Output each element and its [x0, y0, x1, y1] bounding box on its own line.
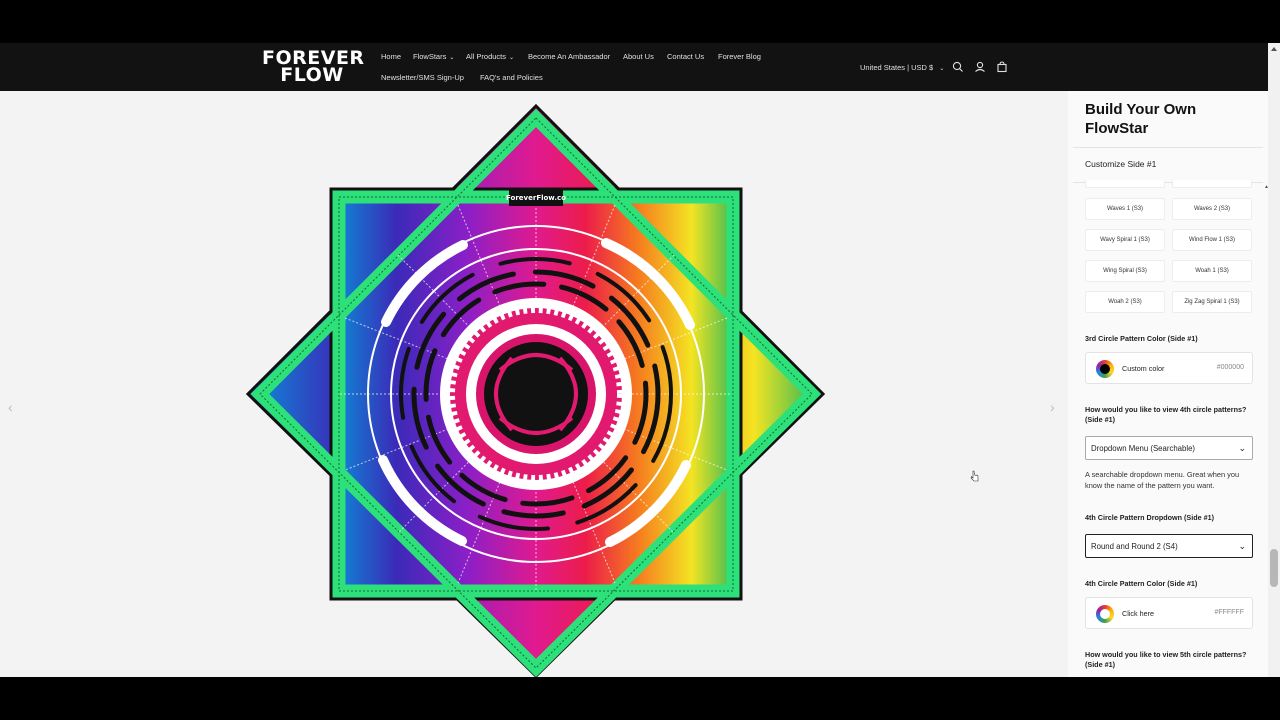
divider	[1073, 147, 1263, 148]
mouse-cursor	[970, 469, 980, 482]
product-customizer-panel: Build Your Own FlowStar Customize Side #…	[1068, 91, 1268, 677]
chevron-down-icon: ⌄	[939, 66, 945, 72]
view5-label: How would you like to view 5th circle pa…	[1085, 650, 1247, 669]
locale-selector[interactable]: United States | USD $ ⌄	[860, 63, 944, 72]
video-letterbox-top	[0, 0, 1280, 43]
color-wheel-icon	[1096, 605, 1114, 623]
color4-name: Click here	[1122, 609, 1154, 618]
dropdown4-value: Round and Round 2 (S4)	[1091, 542, 1178, 551]
dropdown4-label: 4th Circle Pattern Dropdown (Side #1)	[1085, 513, 1214, 522]
view4-value: Dropdown Menu (Searchable)	[1091, 444, 1196, 453]
nav-ambassador[interactable]: Become An Ambassador	[528, 52, 610, 61]
color-swatch	[1100, 609, 1110, 619]
view4-select[interactable]: Dropdown Menu (Searchable) ⌄	[1085, 436, 1253, 460]
color-wheel-icon	[1096, 360, 1114, 378]
nav-home[interactable]: Home	[381, 52, 401, 61]
scrollbar-thumb[interactable]	[1270, 549, 1278, 587]
chevron-right-icon[interactable]: ›	[1050, 399, 1055, 415]
pattern-option[interactable]: Woah 1 (S3)	[1172, 260, 1252, 282]
chevron-down-icon: ⌄	[1238, 541, 1246, 551]
account-icon[interactable]	[973, 60, 987, 74]
nav-contact[interactable]: Contact Us	[667, 52, 704, 61]
scroll-up-icon[interactable]	[1270, 46, 1278, 52]
chevron-down-icon: ⌄	[1238, 443, 1246, 453]
pattern-option-partial[interactable]	[1172, 180, 1252, 188]
color3-label: 3rd Circle Pattern Color (Side #1)	[1085, 334, 1198, 343]
dropdown4-select[interactable]: Round and Round 2 (S4) ⌄	[1085, 534, 1253, 558]
site-header	[0, 43, 1280, 91]
chevron-down-icon: ⌄	[509, 55, 515, 61]
nav-faq[interactable]: FAQ's and Policies	[480, 73, 543, 82]
pattern-option[interactable]: Woah 2 (S3)	[1085, 291, 1165, 313]
nav-all-products[interactable]: All Products ⌄	[466, 52, 514, 61]
color-swatch	[1100, 364, 1110, 374]
chevron-left-icon[interactable]: ‹	[8, 399, 13, 415]
pattern-option-partial[interactable]	[1085, 180, 1165, 188]
section-title: Customize Side #1	[1085, 159, 1157, 169]
nav-all-products-label: All Products	[466, 52, 507, 61]
locale-label: United States | USD $	[860, 63, 934, 72]
pattern-option[interactable]: Wing Spiral (S3)	[1085, 260, 1165, 282]
cart-icon[interactable]	[995, 60, 1009, 74]
nav-newsletter[interactable]: Newsletter/SMS Sign-Up	[381, 73, 464, 82]
product-gallery: ‹ › ForeverFlow.co	[0, 91, 1068, 679]
view4-label: How would you like to view 4th circle pa…	[1085, 405, 1247, 424]
pattern-option[interactable]: Waves 1 (S3)	[1085, 198, 1165, 220]
pattern-option[interactable]: Zig Zag Spiral 1 (S3)	[1172, 291, 1252, 313]
page-title: Build Your Own FlowStar	[1085, 101, 1197, 137]
color4-hex: #FFFFFF	[1214, 609, 1244, 616]
search-icon[interactable]	[951, 60, 965, 74]
nav-flowstars[interactable]: FlowStars ⌄	[413, 52, 454, 61]
color3-picker[interactable]: Custom color #000000	[1085, 352, 1253, 384]
nav-flowstars-label: FlowStars	[413, 52, 447, 61]
color3-name: Custom color	[1122, 364, 1165, 373]
color3-hex: #000000	[1216, 364, 1244, 371]
color4-picker[interactable]: Click here #FFFFFF	[1085, 597, 1253, 629]
video-letterbox-bottom	[0, 677, 1280, 720]
pattern-option[interactable]: Wind Flow 1 (S3)	[1172, 229, 1252, 251]
product-watermark: ForeverFlow.co	[506, 194, 566, 202]
pattern-option[interactable]: Waves 2 (S3)	[1172, 198, 1252, 220]
forever-flow-logo[interactable]: FOREVER FLOW	[262, 49, 364, 86]
color4-label: 4th Circle Pattern Color (Side #1)	[1085, 579, 1198, 588]
view4-help: A searchable dropdown menu. Great when y…	[1085, 470, 1240, 490]
pattern-option[interactable]: Wavy Spiral 1 (S3)	[1085, 229, 1165, 251]
flowstar-product-image[interactable]: ForeverFlow.co	[244, 103, 828, 689]
logo-line-2: FLOW	[280, 64, 344, 86]
chevron-down-icon: ⌄	[449, 55, 455, 61]
nav-about[interactable]: About Us	[623, 52, 654, 61]
nav-blog[interactable]: Forever Blog	[718, 52, 761, 61]
